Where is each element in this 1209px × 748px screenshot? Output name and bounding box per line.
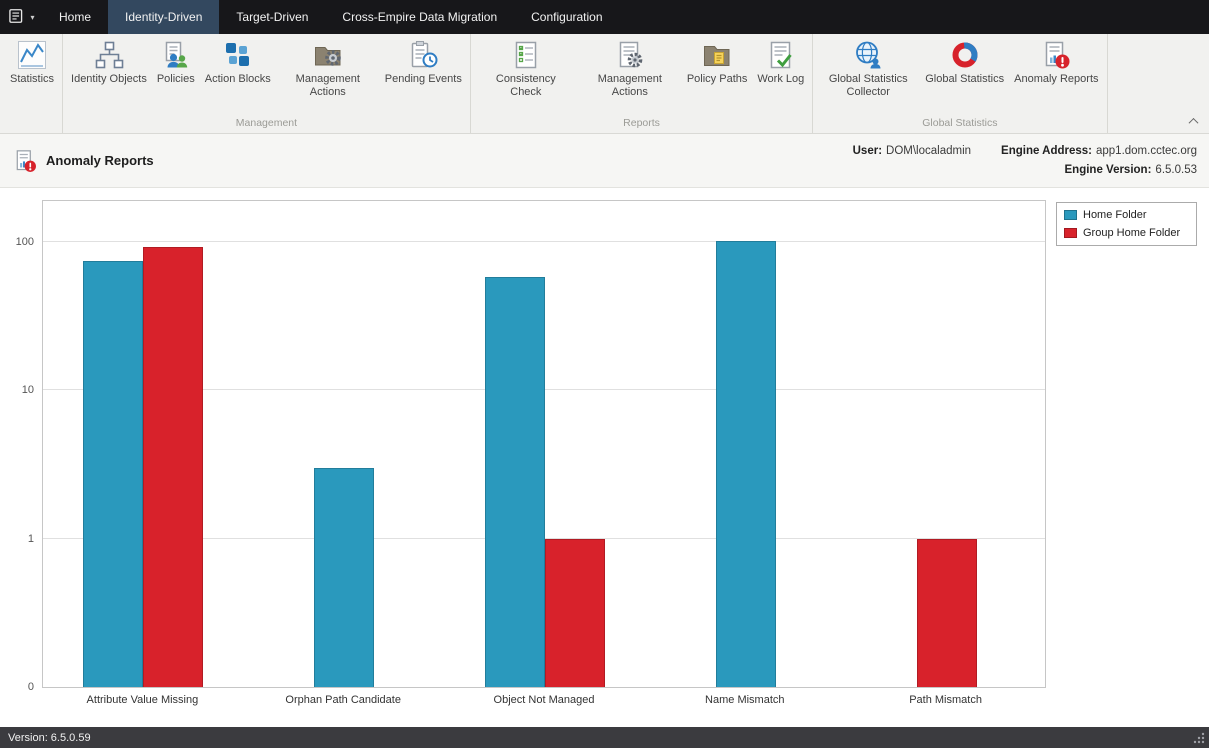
ribbon-tabbar: ▾ HomeIdentity-DrivenTarget-DrivenCross-…	[0, 0, 1209, 34]
info-user: User:DOM\localadmin	[853, 145, 971, 157]
ribbon-button-management-action-blocks[interactable]: Action Blocks	[200, 35, 276, 88]
work-log-icon	[765, 39, 797, 71]
ribbon-group-caption: Reports	[474, 115, 809, 133]
chart-plot	[42, 200, 1046, 688]
resize-grip[interactable]	[1192, 731, 1206, 745]
ribbon-group-caption: Global Statistics	[816, 115, 1103, 133]
category-attribute-value-missing	[43, 201, 244, 687]
chart-area: Home Folder Group Home Folder 0 1 10 100 Attr…	[0, 188, 1209, 727]
page-title: Anomaly Reports	[12, 148, 154, 174]
ribbon-group-global-statistics: Global Statistics CollectorGlobal Statis…	[813, 34, 1107, 133]
management-actions-reports-icon	[614, 39, 646, 71]
category-orphan-path-candidate	[244, 201, 445, 687]
bar-group-home-folder	[917, 539, 977, 687]
category-label: Path Mismatch	[845, 694, 1046, 706]
y-axis-label: 0	[0, 681, 34, 693]
pending-events-icon	[407, 39, 439, 71]
tab-home[interactable]: Home	[42, 0, 108, 34]
category-label: Attribute Value Missing	[42, 694, 243, 706]
collapse-ribbon-icon[interactable]	[1186, 115, 1200, 127]
category-label: Orphan Path Candidate	[243, 694, 444, 706]
ribbon-group-statistics: Statistics	[2, 34, 63, 133]
legend-swatch	[1064, 210, 1077, 220]
engine-info: User:DOM\localadmin Engine Address:app1.d…	[853, 145, 1197, 176]
category-object-not-managed	[445, 201, 646, 687]
ribbon-button-management-identity-objects[interactable]: Identity Objects	[66, 35, 152, 88]
ribbon-button-management-management-actions[interactable]: Management Actions	[276, 35, 380, 101]
bar-group-home-folder	[545, 539, 605, 687]
tab-configuration[interactable]: Configuration	[514, 0, 619, 34]
tab-target-driven[interactable]: Target-Driven	[219, 0, 325, 34]
chevron-down-icon: ▾	[30, 13, 34, 22]
legend-item-group-home-folder: Group Home Folder	[1064, 227, 1189, 239]
ribbon-button-global-statistics-global-statistics[interactable]: Global Statistics	[920, 35, 1009, 88]
tab-cross-empire-data-migration[interactable]: Cross-Empire Data Migration	[325, 0, 514, 34]
info-engine-version: Engine Version:6.5.0.53	[1065, 164, 1198, 176]
ribbon-button-global-statistics-global-statistics-collector[interactable]: Global Statistics Collector	[816, 35, 920, 101]
ribbon-groups: StatisticsIdentity ObjectsPoliciesAction…	[2, 34, 1108, 133]
anomaly-reports-icon	[12, 148, 38, 174]
status-bar: Version: 6.5.0.59	[0, 727, 1209, 748]
ribbon-button-reports-policy-paths[interactable]: Policy Paths	[682, 35, 753, 88]
y-axis-label: 1	[0, 533, 34, 545]
page-title-text: Anomaly Reports	[46, 153, 154, 168]
y-axis-label: 10	[0, 384, 34, 396]
global-statistics-collector-icon	[852, 39, 884, 71]
y-axis-label: 100	[0, 236, 34, 248]
identity-objects-icon	[93, 39, 125, 71]
ribbon: StatisticsIdentity ObjectsPoliciesAction…	[0, 34, 1209, 134]
application-window: ▾ HomeIdentity-DrivenTarget-DrivenCross-…	[0, 0, 1209, 748]
ribbon-group-management: Identity ObjectsPoliciesAction BlocksMan…	[63, 34, 471, 133]
ribbon-button-reports-management-actions[interactable]: Management Actions	[578, 35, 682, 101]
ribbon-button-statistics-statistics[interactable]: Statistics	[5, 35, 59, 88]
category-label: Object Not Managed	[444, 694, 645, 706]
ribbon-group-caption: Management	[66, 115, 467, 133]
global-statistics-icon	[949, 39, 981, 71]
anomaly-reports-icon	[1040, 39, 1072, 71]
version-text: Version: 6.5.0.59	[8, 732, 91, 744]
management-actions-icon	[312, 39, 344, 71]
legend-item-home-folder: Home Folder	[1064, 209, 1189, 221]
policy-paths-icon	[701, 39, 733, 71]
ribbon-button-global-statistics-anomaly-reports[interactable]: Anomaly Reports	[1009, 35, 1103, 88]
app-menu-button[interactable]: ▾	[0, 0, 42, 34]
category-label: Name Mismatch	[644, 694, 845, 706]
policies-icon	[160, 39, 192, 71]
bar-home-folder	[314, 468, 374, 687]
category-name-mismatch	[645, 201, 846, 687]
ribbon-button-reports-consistency-check[interactable]: Consistency Check	[474, 35, 578, 101]
bar-home-folder	[485, 277, 545, 687]
ribbon-group-caption	[5, 116, 59, 133]
bar-home-folder	[716, 241, 776, 687]
tab-identity-driven[interactable]: Identity-Driven	[108, 0, 219, 34]
chart-legend: Home Folder Group Home Folder	[1056, 202, 1197, 246]
bar-group-home-folder	[143, 247, 203, 687]
app-menu-icon	[7, 6, 27, 29]
ribbon-tabs: HomeIdentity-DrivenTarget-DrivenCross-Em…	[42, 0, 620, 34]
ribbon-button-management-pending-events[interactable]: Pending Events	[380, 35, 467, 88]
statistics-icon	[16, 39, 48, 71]
ribbon-group-reports: Consistency CheckManagement ActionsPolic…	[471, 34, 813, 133]
page-header: Anomaly Reports User:DOM\localadmin Engin…	[0, 134, 1209, 188]
bar-home-folder	[83, 261, 143, 687]
ribbon-button-reports-work-log[interactable]: Work Log	[752, 35, 809, 88]
ribbon-button-management-policies[interactable]: Policies	[152, 35, 200, 88]
category-path-mismatch	[846, 201, 1047, 687]
consistency-check-icon	[510, 39, 542, 71]
legend-swatch	[1064, 228, 1077, 238]
action-blocks-icon	[222, 39, 254, 71]
info-engine-address: Engine Address:app1.dom.cctec.org	[1001, 145, 1197, 157]
